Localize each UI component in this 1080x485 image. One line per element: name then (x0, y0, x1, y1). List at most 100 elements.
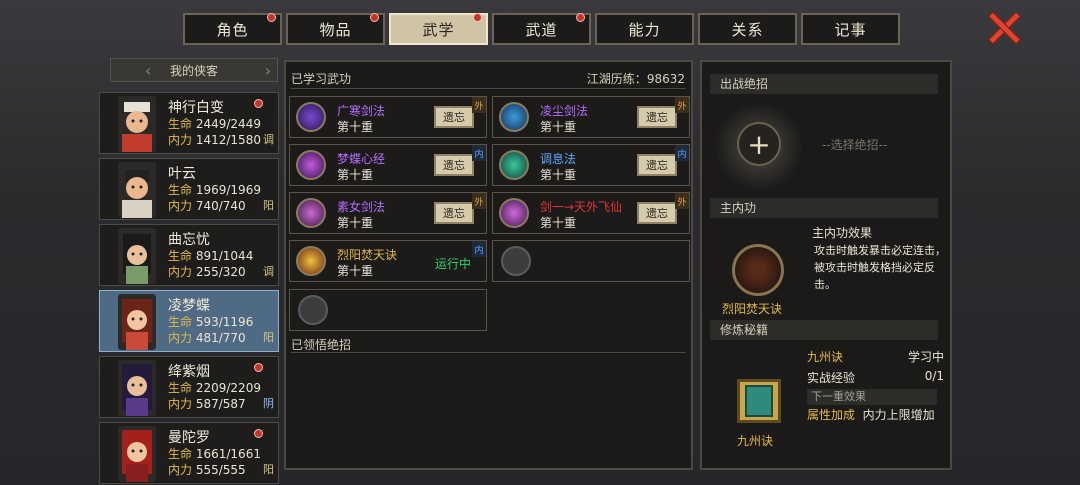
roster-card[interactable]: 绛紫烟 生命 2209/2209 内力 587/587 阴 (99, 356, 279, 418)
alignment-tag: 阳 (263, 463, 274, 476)
skill-name: 剑一→天外飞仙 (540, 200, 623, 214)
tab-ability[interactable]: 能力 (595, 13, 694, 45)
roster-card[interactable]: 叶云 生命 1969/1969 内力 740/740 阳 (99, 158, 279, 220)
avatar (118, 228, 156, 284)
forget-button[interactable]: 遗忘 (637, 154, 677, 176)
member-name: 神行白变 (168, 100, 224, 116)
notification-dot (254, 99, 263, 108)
forget-button[interactable]: 遗忘 (637, 202, 677, 224)
skill-level: 第十重 (337, 120, 374, 134)
roster-card[interactable]: 曼陀罗 生命 1661/1661 内力 555/555 阳 (99, 422, 279, 484)
sword-skill-icon (296, 102, 326, 132)
book-label: 九州诀 (737, 434, 774, 448)
skill-level: 第十重 (337, 168, 374, 182)
roster-card[interactable]: 神行白变 生命 2449/2449 内力 1412/1580 调 (99, 92, 279, 154)
member-name: 曼陀罗 (168, 430, 210, 446)
choose-ultimate-label[interactable]: --选择绝招-- (822, 136, 887, 153)
close-icon[interactable] (986, 10, 1020, 42)
detail-panel: 出战绝招 + --选择绝招-- 主内功 烈阳焚天诀 主内功效果 攻击时触发暴击必… (700, 60, 952, 470)
mp-value: 255/320 (195, 265, 246, 279)
exp-label: 实战经验 (807, 371, 856, 385)
forget-button[interactable]: 遗忘 (434, 106, 474, 128)
skill-slot[interactable]: 剑一→天外飞仙 第十重 遗忘 外 (492, 192, 690, 234)
add-ultimate-button[interactable]: + (737, 122, 781, 166)
tab-items[interactable]: 物品 (286, 13, 385, 45)
attribute-bonus: 属性加成 内力上限增加 (807, 408, 935, 422)
hp-value: 1969/1969 (195, 183, 261, 197)
notification-dot (576, 13, 585, 22)
notification-dot (473, 13, 482, 22)
skill-slot[interactable]: 调息法 第十重 遗忘 内 (492, 144, 690, 186)
chevron-left-icon[interactable]: ‹ (145, 61, 151, 80)
roster-card[interactable]: 曲忘忧 生命 891/1044 内力 255/320 调 (99, 224, 279, 286)
alignment-tag: 调 (263, 265, 274, 278)
section-title: 已学习武功 (291, 72, 352, 86)
main-tabs: 角色 物品 武学 武道 能力 关系 记事 (183, 13, 900, 45)
skill-name: 调息法 (540, 152, 577, 166)
mp-value: 1412/1580 (195, 133, 261, 147)
skill-type-badge: 外 (675, 97, 689, 113)
skill-type-badge: 内 (472, 241, 486, 257)
skill-level: 第十重 (337, 216, 374, 230)
alignment-tag: 调 (263, 133, 274, 146)
tab-journal[interactable]: 记事 (801, 13, 900, 45)
next-effect-header: 下一重效果 (807, 389, 937, 405)
empty-skill-slot[interactable] (289, 289, 487, 331)
empty-skill-slot[interactable] (492, 240, 690, 282)
alignment-tag: 阳 (263, 331, 274, 344)
hp-value: 2209/2209 (195, 381, 261, 395)
skill-level: 第十重 (337, 264, 374, 278)
roster-header: ‹ 我的侠客 › (110, 58, 278, 82)
sword-skill-icon (499, 102, 529, 132)
divider (291, 88, 686, 89)
running-status: 运行中 (435, 257, 472, 271)
avatar (118, 96, 156, 152)
skill-level: 第十重 (540, 216, 577, 230)
skill-slot[interactable]: 素女剑法 第十重 遗忘 外 (289, 192, 487, 234)
main-skill-icon[interactable] (732, 244, 784, 296)
roster-title: 我的侠客 (169, 63, 218, 78)
tab-relations[interactable]: 关系 (698, 13, 797, 45)
member-name: 曲忘忧 (168, 232, 210, 248)
book-status: 学习中 (907, 350, 944, 364)
alignment-tag: 阳 (263, 199, 274, 212)
alignment-tag: 阴 (263, 397, 274, 410)
skill-slot[interactable]: 烈阳焚天诀 第十重 运行中 内 (289, 240, 487, 282)
mp-value: 587/587 (195, 397, 246, 411)
hp-value: 1661/1661 (195, 447, 261, 461)
hp-value: 891/1044 (195, 249, 254, 263)
skill-level: 第十重 (540, 120, 577, 134)
heart-skill-icon (499, 150, 529, 180)
skill-slot[interactable]: 广寒剑法 第十重 遗忘 外 (289, 96, 487, 138)
tab-martial-arts[interactable]: 武学 (389, 13, 488, 45)
roster-card-selected[interactable]: 凌梦蝶 生命 593/1196 内力 481/770 阳 (99, 290, 279, 352)
skill-slot[interactable]: 梦蝶心经 第十重 遗忘 内 (289, 144, 487, 186)
forget-button[interactable]: 遗忘 (434, 202, 474, 224)
tab-martial-way[interactable]: 武道 (492, 13, 591, 45)
section-header: 出战绝招 (710, 74, 938, 94)
notification-dot (267, 13, 276, 22)
tab-character[interactable]: 角色 (183, 13, 282, 45)
flame-skill-icon (296, 246, 326, 276)
skill-type-badge: 外 (472, 97, 486, 113)
skill-name: 烈阳焚天诀 (337, 248, 398, 262)
skill-type-badge: 内 (675, 145, 689, 161)
notification-dot (254, 363, 263, 372)
avatar (118, 162, 156, 218)
forget-button[interactable]: 遗忘 (434, 154, 474, 176)
divider (291, 352, 686, 353)
skill-name: 素女剑法 (337, 200, 386, 214)
avatar (118, 294, 156, 350)
skill-slot[interactable]: 凌尘剑法 第十重 遗忘 外 (492, 96, 690, 138)
section-header: 修炼秘籍 (710, 320, 938, 340)
exp-display: 江湖历练：98632 (586, 72, 685, 86)
skill-name: 梦蝶心经 (337, 152, 386, 166)
forget-button[interactable]: 遗忘 (637, 106, 677, 128)
hp-value: 2449/2449 (195, 117, 261, 131)
chevron-right-icon[interactable]: › (265, 61, 271, 80)
book-icon[interactable] (737, 379, 781, 423)
mp-value: 481/770 (195, 331, 246, 345)
hp-value: 593/1196 (195, 315, 254, 329)
notification-dot (254, 429, 263, 438)
skill-type-badge: 内 (472, 145, 486, 161)
